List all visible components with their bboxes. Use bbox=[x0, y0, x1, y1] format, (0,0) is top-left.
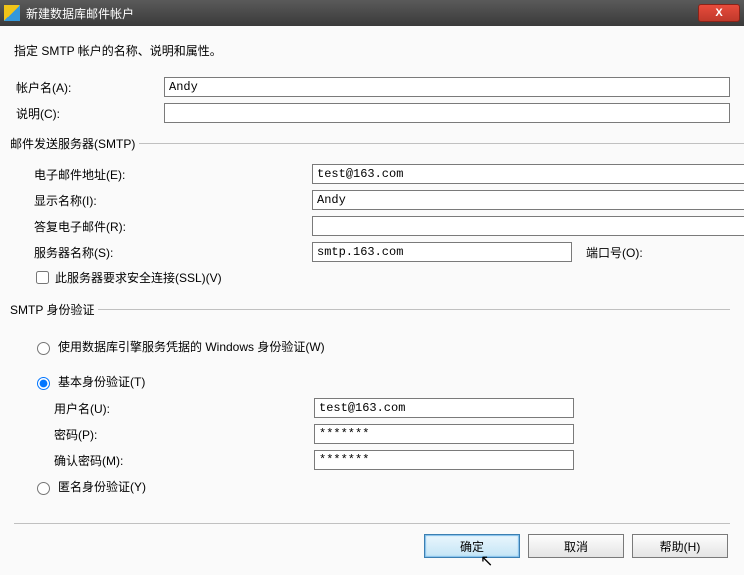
ok-button[interactable]: 确定 bbox=[424, 534, 520, 558]
username-label: 用户名(U): bbox=[52, 400, 314, 417]
account-name-label: 帐户名(A): bbox=[14, 79, 164, 96]
close-button[interactable]: X bbox=[698, 4, 740, 22]
anonymous-auth-label: 匿名身份验证(Y) bbox=[58, 478, 146, 495]
server-name-input[interactable] bbox=[312, 242, 572, 262]
description-input[interactable] bbox=[164, 103, 730, 123]
auth-legend: SMTP 身份验证 bbox=[10, 301, 98, 318]
port-label: 端口号(O): bbox=[584, 244, 744, 261]
help-button[interactable]: 帮助(H) bbox=[632, 534, 728, 558]
description-label: 说明(C): bbox=[14, 105, 164, 122]
basic-auth-label: 基本身份验证(T) bbox=[58, 373, 145, 390]
auth-groupbox: SMTP 身份验证 使用数据库引擎服务凭据的 Windows 身份验证(W) 基… bbox=[14, 301, 730, 503]
windows-auth-label: 使用数据库引擎服务凭据的 Windows 身份验证(W) bbox=[58, 338, 325, 355]
username-input[interactable] bbox=[314, 398, 574, 418]
window-title: 新建数据库邮件帐户 bbox=[26, 5, 698, 22]
reply-email-input[interactable] bbox=[312, 216, 744, 236]
confirm-password-label: 确认密码(M): bbox=[52, 452, 314, 469]
cancel-button[interactable]: 取消 bbox=[528, 534, 624, 558]
account-name-input[interactable] bbox=[164, 77, 730, 97]
password-input[interactable] bbox=[314, 424, 574, 444]
basic-auth-radio[interactable] bbox=[37, 377, 50, 390]
confirm-password-input[interactable] bbox=[314, 450, 574, 470]
smtp-legend: 邮件发送服务器(SMTP) bbox=[10, 135, 139, 152]
windows-auth-radio[interactable] bbox=[37, 342, 50, 355]
title-bar: 新建数据库邮件帐户 X bbox=[0, 0, 744, 26]
ssl-label: 此服务器要求安全连接(SSL)(V) bbox=[55, 269, 222, 286]
button-bar: 确定 取消 帮助(H) bbox=[14, 534, 730, 558]
smtp-groupbox: 邮件发送服务器(SMTP) 电子邮件地址(E): 显示名称(I): 答复电子邮件… bbox=[14, 135, 744, 289]
password-label: 密码(P): bbox=[52, 426, 314, 443]
app-icon bbox=[4, 5, 20, 21]
ssl-checkbox[interactable] bbox=[36, 271, 49, 284]
instruction-text: 指定 SMTP 帐户的名称、说明和属性。 bbox=[14, 42, 730, 59]
display-name-label: 显示名称(I): bbox=[32, 192, 312, 209]
display-name-input[interactable] bbox=[312, 190, 744, 210]
server-name-label: 服务器名称(S): bbox=[32, 244, 312, 261]
reply-email-label: 答复电子邮件(R): bbox=[32, 218, 312, 235]
email-input[interactable] bbox=[312, 164, 744, 184]
button-divider bbox=[14, 523, 730, 524]
email-label: 电子邮件地址(E): bbox=[32, 166, 312, 183]
anonymous-auth-radio[interactable] bbox=[37, 482, 50, 495]
dialog-content: 指定 SMTP 帐户的名称、说明和属性。 帐户名(A): 说明(C): 邮件发送… bbox=[0, 26, 744, 575]
